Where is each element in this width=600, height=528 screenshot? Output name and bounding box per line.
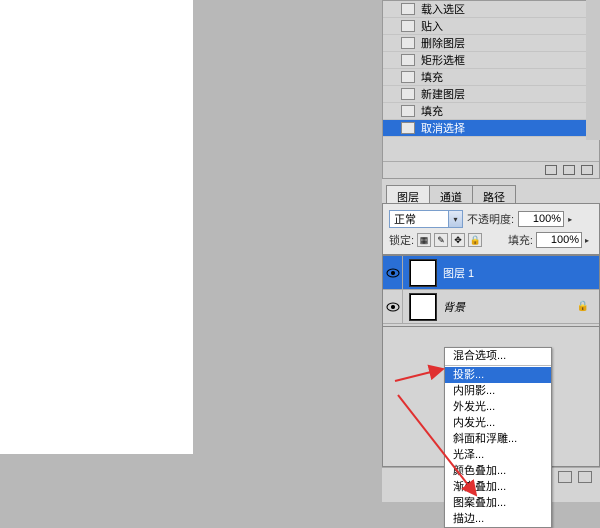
history-icon (401, 37, 415, 49)
history-item[interactable]: 新建图层 (383, 86, 599, 103)
layer-thumbnail[interactable] (409, 293, 437, 321)
blend-mode-select[interactable]: 正常▾ (389, 210, 463, 228)
lock-all-icon[interactable]: 🔒 (468, 233, 482, 247)
history-panel: 载入选区 贴入 删除图层 矩形选框 填充 新建图层 填充 取消选择 (382, 0, 600, 179)
history-icon (401, 71, 415, 83)
history-icon (401, 3, 415, 15)
menu-blend-options[interactable]: 混合选项... (445, 348, 551, 364)
history-item-selected[interactable]: 取消选择 (383, 120, 599, 137)
visibility-toggle[interactable] (383, 290, 403, 324)
layers-list: 图层 1 背景 🔒 (382, 255, 600, 327)
trash-icon[interactable] (578, 471, 592, 483)
history-icon (401, 20, 415, 32)
chevron-down-icon: ▾ (448, 211, 462, 227)
annotation-arrow (395, 365, 455, 388)
opacity-label: 不透明度: (467, 211, 514, 227)
chevron-right-icon[interactable]: ▸ (585, 236, 593, 245)
lock-label: 锁定: (389, 232, 414, 248)
trash-icon[interactable] (581, 165, 593, 175)
snapshot-icon[interactable] (545, 165, 557, 175)
history-item[interactable]: 贴入 (383, 18, 599, 35)
lock-position-icon[interactable]: ✥ (451, 233, 465, 247)
annotation-arrow (398, 395, 488, 508)
fill-label: 填充: (508, 232, 533, 248)
menu-drop-shadow[interactable]: 投影... (445, 367, 551, 383)
visibility-toggle[interactable] (383, 256, 403, 290)
chevron-right-icon[interactable]: ▸ (568, 215, 576, 224)
layer-name[interactable]: 图层 1 (443, 265, 599, 281)
menu-stroke[interactable]: 描边... (445, 511, 551, 527)
layer-row[interactable]: 图层 1 (383, 256, 599, 290)
tab-paths[interactable]: 路径 (472, 185, 516, 203)
fill-input[interactable]: 100% (536, 232, 582, 248)
history-item[interactable]: 填充 (383, 103, 599, 120)
history-icon (401, 105, 415, 117)
tab-channels[interactable]: 通道 (429, 185, 473, 203)
panel-collapse-strip[interactable] (586, 0, 600, 140)
lock-transparency-icon[interactable]: ▦ (417, 233, 431, 247)
new-doc-icon[interactable] (563, 165, 575, 175)
history-item[interactable]: 载入选区 (383, 1, 599, 18)
history-icon (401, 122, 415, 134)
lock-paint-icon[interactable]: ✎ (434, 233, 448, 247)
history-footer (383, 161, 599, 178)
canvas-area[interactable] (0, 0, 193, 454)
panel-tabs: 图层 通道 路径 (382, 185, 600, 204)
tab-layers[interactable]: 图层 (386, 185, 430, 203)
history-icon (401, 54, 415, 66)
layer-thumbnail[interactable] (409, 259, 437, 287)
lock-icon: 🔒 (577, 301, 599, 312)
layer-options: 正常▾ 不透明度: 100% ▸ 锁定: ▦ ✎ ✥ 🔒 填充: 100% ▸ (382, 204, 600, 255)
history-icon (401, 88, 415, 100)
layer-row[interactable]: 背景 🔒 (383, 290, 599, 324)
layer-name[interactable]: 背景 (443, 299, 577, 315)
opacity-input[interactable]: 100% (518, 211, 564, 227)
history-item[interactable]: 删除图层 (383, 35, 599, 52)
history-item[interactable]: 填充 (383, 69, 599, 86)
history-item[interactable]: 矩形选框 (383, 52, 599, 69)
new-layer-icon[interactable] (558, 471, 572, 483)
